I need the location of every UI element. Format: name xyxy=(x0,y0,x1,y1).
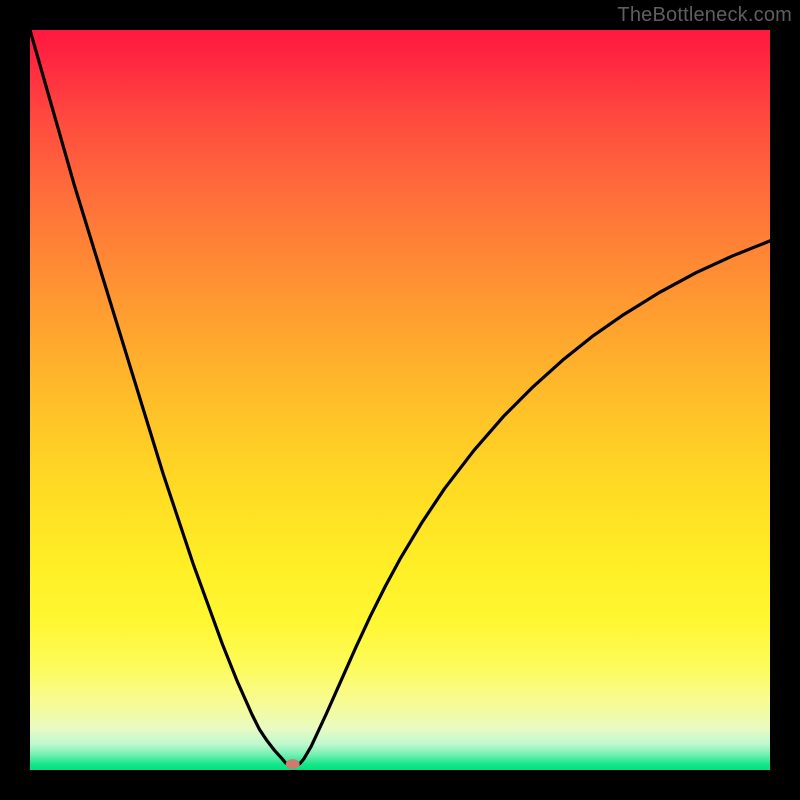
plot-area xyxy=(30,30,770,770)
bottleneck-curve xyxy=(30,30,770,766)
chart-frame: TheBottleneck.com xyxy=(0,0,800,800)
watermark-text: TheBottleneck.com xyxy=(617,4,792,27)
minimum-marker xyxy=(286,759,300,769)
curve-layer xyxy=(30,30,770,770)
